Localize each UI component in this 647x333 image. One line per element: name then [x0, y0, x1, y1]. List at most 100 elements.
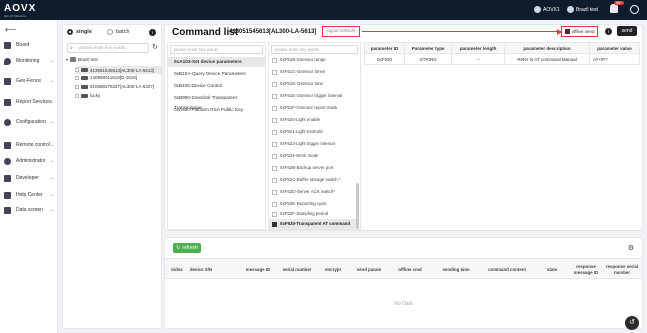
parameter-item[interactable]: 0xF51B-Gsensor range — [269, 55, 356, 65]
sidebar-item-board[interactable]: Board — [0, 38, 58, 52]
parameter-value-input[interactable]: AT+IP? — [588, 53, 641, 65]
search-icon: ⌕ — [70, 45, 73, 51]
checkbox — [75, 68, 79, 72]
parameter-item[interactable]: 0xF52F-Sampling period — [269, 209, 356, 219]
checkbox — [272, 81, 277, 87]
tree-device-item[interactable]: 810688375327[AL300-LA-5327] — [75, 84, 154, 89]
sidebar-item-monitoring[interactable]: Monitoring ⌄ — [0, 54, 58, 68]
device-icon — [81, 93, 88, 98]
settings-gear-icon[interactable]: ⚙ — [628, 244, 634, 252]
parameter-item[interactable]: 0xF52E-Reporting cycle — [269, 199, 356, 209]
command-item[interactable]: 0xA400-Platform RSA Public Key — [168, 105, 265, 115]
parameter-item[interactable]: 0xF51F-Gsensor report mask — [269, 103, 356, 113]
checkbox — [272, 177, 277, 183]
column-header: offline cmd — [398, 266, 422, 272]
collapse-arrow-icon[interactable]: ⟵ — [5, 25, 16, 34]
checkbox — [272, 189, 277, 195]
logo-subtitle: Aim Of Valuation — [4, 14, 27, 18]
parameter-item[interactable]: 0xF521-Light treshold — [269, 127, 356, 137]
radio-icon — [67, 29, 73, 35]
parameter-table: parameter ID Parameter type parameter le… — [363, 42, 641, 65]
column-header: device S/N — [189, 266, 213, 272]
command-item[interactable]: 0xB10A-Query Device Parameters — [168, 69, 265, 79]
checkbox — [272, 201, 277, 207]
device-icon — [81, 84, 88, 89]
chevron-down-icon: ⌄ — [49, 158, 54, 164]
parameter-item[interactable]: 0xF52B-Backup server port — [269, 163, 356, 173]
history-icon[interactable]: ↺ — [625, 316, 639, 330]
refresh-icon[interactable]: ↻ — [152, 43, 158, 51]
parameter-item[interactable]: 0xF52C-Buffer storage switch * — [269, 175, 356, 185]
command-panel: Command list 413051545613[AL300-LA-5613]… — [164, 24, 643, 231]
user-menu[interactable]: AOVX1 — [534, 6, 560, 13]
command-list: please enter key words 0xA103-Set device… — [167, 42, 266, 230]
sidebar-item-data-screen[interactable]: Data screen ⌄ — [0, 203, 58, 217]
checkbox — [272, 93, 277, 99]
column-header: serial number — [282, 266, 312, 272]
checkbox — [272, 153, 277, 159]
sidebar-item-remote-control[interactable]: Remote control ⌄ — [0, 138, 58, 152]
tree-search-input[interactable]: ⌕ please enter key words — [67, 43, 149, 53]
parameter-item[interactable]: 0xF524-Work mode — [269, 151, 356, 161]
column-header: command content — [488, 266, 526, 272]
refresh-icon: ↻ — [176, 245, 181, 251]
tree-device-item[interactable]: lucky — [75, 93, 100, 98]
checkbox — [75, 93, 79, 98]
parameter-item[interactable]: 0xF51D-Gsensor time — [269, 79, 356, 89]
records-panel: ↻ refresh ⚙ Index device S/N message ID … — [164, 237, 643, 329]
checkbox — [272, 141, 277, 147]
sidebar-item-developer[interactable]: Developer ⌄ — [0, 171, 58, 185]
caret-down-icon: ▾ — [66, 57, 69, 62]
parameter-item[interactable]: 0xF520-Light enable — [269, 115, 356, 125]
command-search-input[interactable]: please enter key words — [170, 45, 263, 54]
column-header: sending time — [442, 266, 470, 272]
device-icon — [81, 75, 88, 80]
sidebar-item-geofence[interactable]: Geo-Fence ⌄ — [0, 74, 58, 88]
logout-network-button[interactable]: logout network — [322, 26, 360, 37]
mode-batch[interactable]: batch — [107, 29, 129, 35]
sidebar-item-report-services[interactable]: Report Services ⌄ — [0, 95, 58, 109]
refresh-button[interactable]: ↻ refresh — [173, 243, 201, 253]
device-tree-panel: single batch i ⌕ please enter key words … — [62, 24, 162, 329]
monitor-icon — [4, 206, 11, 214]
parameter-item-selected[interactable]: 0xF530-Transparent AT command — [269, 219, 356, 229]
remote-icon — [4, 141, 11, 149]
headset-icon — [4, 191, 11, 199]
top-bar: AOVX Aim Of Valuation AOVX1 Brazil test … — [0, 0, 647, 20]
parameter-item[interactable]: 0xF522-Light trigger interval — [269, 139, 356, 149]
scrollbar[interactable] — [356, 183, 359, 229]
command-item[interactable]: 0xB105-Device Control — [168, 81, 265, 91]
empty-state: No Data — [394, 301, 413, 307]
column-header: state — [546, 266, 558, 272]
parameter-item[interactable]: 0xF52D-Server ACK switch* — [269, 187, 356, 197]
offline-send-checkbox[interactable]: offline send — [561, 26, 598, 37]
checkbox-checked — [272, 221, 277, 227]
parameter-item[interactable]: 0xF51C-Gsensor times — [269, 67, 356, 77]
sidebar-item-administrator[interactable]: Administrator ⌄ — [0, 154, 58, 168]
send-button[interactable]: send — [617, 26, 637, 36]
sidebar-item-configuration[interactable]: Configuration ⌄ — [0, 115, 58, 129]
tree-device-item[interactable]: 413051545613[AL300-LA-5613] — [75, 66, 161, 74]
info-icon[interactable]: i — [605, 28, 612, 35]
checkbox — [272, 211, 277, 217]
chevron-down-icon: ⌄ — [49, 58, 54, 64]
chevron-down-icon: ⌄ — [49, 99, 54, 105]
column-header: encrypt — [325, 266, 341, 272]
sidebar-item-help-center[interactable]: Help Center ⌄ — [0, 188, 58, 202]
bell-icon[interactable] — [610, 4, 618, 13]
checkbox-icon — [564, 29, 570, 34]
org-menu[interactable]: Brazil test — [567, 6, 598, 13]
mode-single[interactable]: single — [67, 29, 92, 35]
globe-icon[interactable] — [630, 5, 639, 14]
tree-root[interactable]: ▾ Brazil test — [66, 57, 98, 62]
parameter-item[interactable]: 0xF51E-Gsensor trigger interval — [269, 91, 356, 101]
command-item[interactable]: 0xA103-Set device parameters — [168, 57, 265, 67]
parameter-list: please enter key words 0xF51B-Gsensor ra… — [268, 42, 361, 230]
checkbox — [272, 105, 277, 111]
parameter-search-input[interactable]: please enter key words — [271, 45, 358, 54]
info-icon[interactable]: i — [149, 29, 156, 36]
command-item[interactable]: 0xB900-Downlink Transparent Transmission — [168, 93, 265, 110]
chevron-down-icon: ⌄ — [49, 142, 54, 148]
tree-device-item[interactable]: 140868011618[D-1618] — [75, 75, 137, 80]
column-header: send param — [356, 266, 382, 272]
